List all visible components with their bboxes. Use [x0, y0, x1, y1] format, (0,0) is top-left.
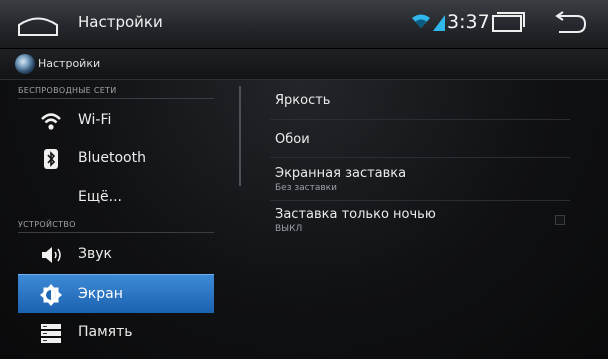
sidebar-item-label: Bluetooth	[78, 150, 146, 166]
section-divider	[18, 232, 214, 233]
sidebar-item-bluetooth[interactable]: Bluetooth	[18, 139, 214, 177]
pref-brightness[interactable]: Яркость	[258, 80, 558, 120]
settings-app-icon[interactable]	[15, 54, 35, 74]
pref-night-screensaver[interactable]: Заставка только ночью ВЫКЛ	[258, 201, 558, 241]
pref-summary: ВЫКЛ	[275, 224, 303, 234]
pref-title: Яркость	[275, 93, 331, 108]
action-bar-title: Настройки	[38, 57, 101, 70]
wifi-icon	[40, 110, 62, 132]
pref-title: Заставка только ночью	[275, 207, 436, 222]
pref-summary: Без заставки	[275, 183, 337, 193]
app-title: Настройки	[78, 13, 163, 31]
clock: 3:37	[447, 11, 490, 33]
settings-content: БЕСПРОВОДНЫЕ СЕТИ Wi-Fi Bluetooth Ещё...…	[0, 80, 608, 359]
sidebar-item-display[interactable]: Экран	[18, 274, 214, 313]
night-screensaver-checkbox[interactable]	[555, 215, 565, 225]
sidebar-item-sound[interactable]: Звук	[18, 235, 214, 273]
sidebar-item-more[interactable]: Ещё...	[18, 178, 214, 216]
action-bar: Настройки	[0, 49, 608, 80]
bluetooth-icon	[40, 148, 62, 170]
system-bar: Настройки 3:37	[0, 0, 608, 49]
storage-icon	[40, 322, 62, 344]
pane-divider	[239, 86, 241, 186]
back-icon[interactable]	[551, 10, 591, 40]
display-settings-pane: Яркость Обои Экранная заставка Без заста…	[258, 80, 608, 359]
sidebar-item-label: Память	[78, 324, 133, 340]
signal-icon	[433, 15, 445, 35]
brightness-icon	[40, 284, 62, 306]
sidebar-item-label: Звук	[78, 246, 112, 262]
wifi-status-icon	[411, 13, 431, 33]
sidebar-item-storage[interactable]: Память	[18, 313, 214, 351]
speaker-icon	[40, 244, 62, 266]
recent-apps-icon[interactable]	[490, 10, 528, 38]
sidebar-item-label: Wi-Fi	[78, 112, 112, 128]
sidebar-item-wifi[interactable]: Wi-Fi	[18, 101, 214, 139]
pref-screensaver[interactable]: Экранная заставка Без заставки	[258, 158, 558, 200]
pref-wallpaper[interactable]: Обои	[258, 120, 558, 157]
home-icon[interactable]	[16, 13, 60, 37]
settings-sidebar[interactable]: БЕСПРОВОДНЫЕ СЕТИ Wi-Fi Bluetooth Ещё...…	[0, 80, 240, 359]
sidebar-item-label: Экран	[78, 286, 123, 302]
pref-title: Обои	[275, 132, 310, 147]
sidebar-item-label: Ещё...	[78, 189, 122, 205]
section-header-wireless: БЕСПРОВОДНЫЕ СЕТИ	[18, 86, 117, 95]
pref-title: Экранная заставка	[275, 166, 407, 181]
section-divider	[18, 98, 214, 99]
section-header-device: УСТРОЙСТВО	[18, 220, 76, 229]
